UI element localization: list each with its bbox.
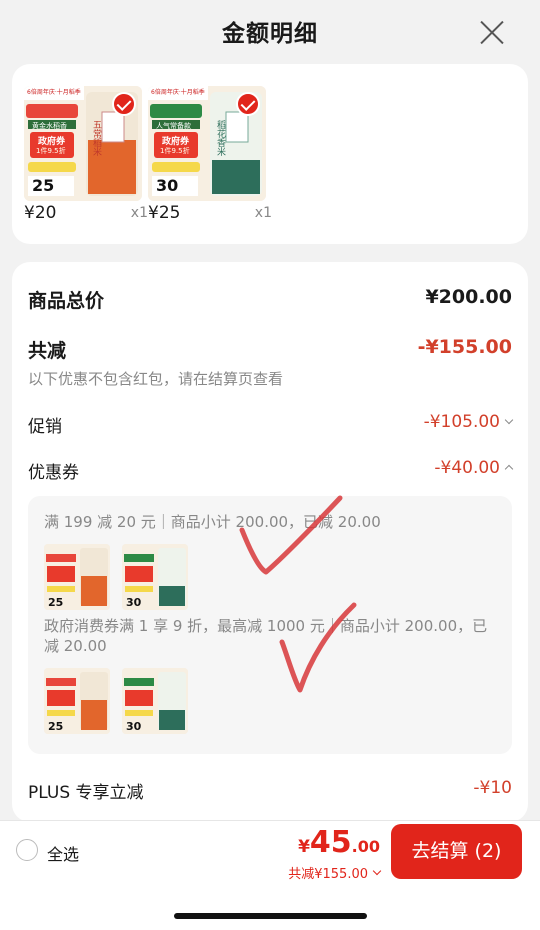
total-reduce-text: 共减¥155.00 xyxy=(288,867,368,882)
coupon-value-wrap: -¥40.00 xyxy=(434,458,514,478)
chevron-up-icon[interactable] xyxy=(504,464,514,474)
currency-symbol: ¥ xyxy=(298,837,310,857)
coupon-detail-2: 政府消费券满 1 享 9 折，最高减 1000 元｜商品小计 200.00，已减… xyxy=(44,617,488,655)
reduce-row: 共减 -¥155.00 xyxy=(28,336,512,362)
chevron-down-icon xyxy=(372,866,382,876)
checkout-button[interactable]: 去结算 (2) xyxy=(391,824,522,879)
svg-text:30: 30 xyxy=(126,720,142,733)
product-item[interactable]: 6倍周年庆·十月稻季 黄金水稻香 政府券 1件9.5折 25 五常稻米 ¥20 … xyxy=(24,86,154,227)
brand-text: 稻花香米 xyxy=(215,120,225,156)
coupon-row[interactable]: 优惠券 -¥40.00 xyxy=(28,458,514,483)
total-dec: .00 xyxy=(351,837,380,856)
svg-text:25: 25 xyxy=(48,596,63,609)
plus-row: PLUS 专享立减 -¥10 xyxy=(28,778,512,803)
discount-text: 1件9.5折 xyxy=(160,147,190,155)
pack-price: 30 xyxy=(156,176,179,195)
page-title: 金额明细 xyxy=(222,21,318,47)
product-strip: 6倍周年庆·十月稻季 黄金水稻香 政府券 1件9.5折 25 五常稻米 ¥20 … xyxy=(12,64,528,244)
product-item[interactable]: 6倍周年庆·十月稻季 人气常备款 政府券 1件9.5折 30 稻花香米 ¥25 … xyxy=(148,86,278,227)
coupon-product-image: 30 xyxy=(122,668,188,734)
coupon-detail-panel: 满 199 减 20 元｜商品小计 200.00，已减 20.00 25 30 xyxy=(28,496,512,754)
reduce-value: -¥155.00 xyxy=(417,336,512,358)
close-icon[interactable] xyxy=(478,18,506,46)
plus-label: PLUS 专享立减 xyxy=(28,783,144,803)
tag-text: 黄金水稻香 xyxy=(32,122,67,130)
checkout-bar: 全选 ¥45.00 共减¥155.00 去结算 (2) xyxy=(0,820,540,930)
plus-value: -¥10 xyxy=(473,778,512,798)
product-qty: x1 xyxy=(254,205,272,221)
badge-text: 6倍周年庆·十月稻季 xyxy=(27,89,81,96)
promo-label: 促销 xyxy=(28,417,62,437)
pack-price: 25 xyxy=(32,176,55,195)
header: 金额明细 xyxy=(0,0,540,62)
coupon-value: -¥40.00 xyxy=(434,458,500,478)
goods-total-label: 商品总价 xyxy=(28,290,105,312)
svg-text:30: 30 xyxy=(126,596,142,609)
total-int: 45 xyxy=(309,825,352,860)
chevron-down-icon[interactable] xyxy=(504,415,514,425)
tag-text: 人气常备款 xyxy=(156,122,191,130)
brand-text: 五常稻米 xyxy=(91,120,101,156)
selected-check-icon[interactable] xyxy=(112,92,136,116)
amount-details: 商品总价 ¥200.00 共减 -¥155.00 以下优惠不包含红包，请在结算页… xyxy=(12,262,528,822)
product-price: ¥25 xyxy=(148,203,181,223)
goods-total-row: 商品总价 ¥200.00 xyxy=(28,286,512,312)
coupon-label: 优惠券 xyxy=(28,463,79,483)
select-all-radio[interactable] xyxy=(16,839,38,861)
svg-text:25: 25 xyxy=(48,720,63,733)
total-price: ¥45.00 共减¥155.00 xyxy=(288,825,382,882)
reduce-note: 以下优惠不包含红包，请在结算页查看 xyxy=(28,370,284,388)
select-all-label[interactable]: 全选 xyxy=(47,841,79,865)
reduce-note-row: 以下优惠不包含红包，请在结算页查看 xyxy=(28,368,512,388)
coupon-product-image: 30 xyxy=(122,544,188,610)
product-qty: x1 xyxy=(130,205,148,221)
coupon-product-image: 25 xyxy=(44,544,110,610)
product-price: ¥20 xyxy=(24,203,57,223)
product-image: 6倍周年庆·十月稻季 人气常备款 政府券 1件9.5折 30 稻花香米 xyxy=(148,86,266,201)
product-image: 6倍周年庆·十月稻季 黄金水稻香 政府券 1件9.5折 25 五常稻米 xyxy=(24,86,142,201)
total-reduce[interactable]: 共减¥155.00 xyxy=(288,863,382,882)
promo-row[interactable]: 促销 -¥105.00 xyxy=(28,412,514,437)
promo-value-wrap: -¥105.00 xyxy=(423,412,514,432)
selected-check-icon[interactable] xyxy=(236,92,260,116)
promo-value: -¥105.00 xyxy=(423,412,500,432)
coupon-detail-1: 满 199 减 20 元｜商品小计 200.00，已减 20.00 xyxy=(44,513,381,531)
home-indicator xyxy=(174,913,367,919)
reduce-label: 共减 xyxy=(28,340,67,362)
discount-text: 1件9.5折 xyxy=(36,147,66,155)
goods-total-value: ¥200.00 xyxy=(425,286,512,308)
badge-text: 6倍周年庆·十月稻季 xyxy=(151,89,205,96)
coupon-product-image: 25 xyxy=(44,668,110,734)
